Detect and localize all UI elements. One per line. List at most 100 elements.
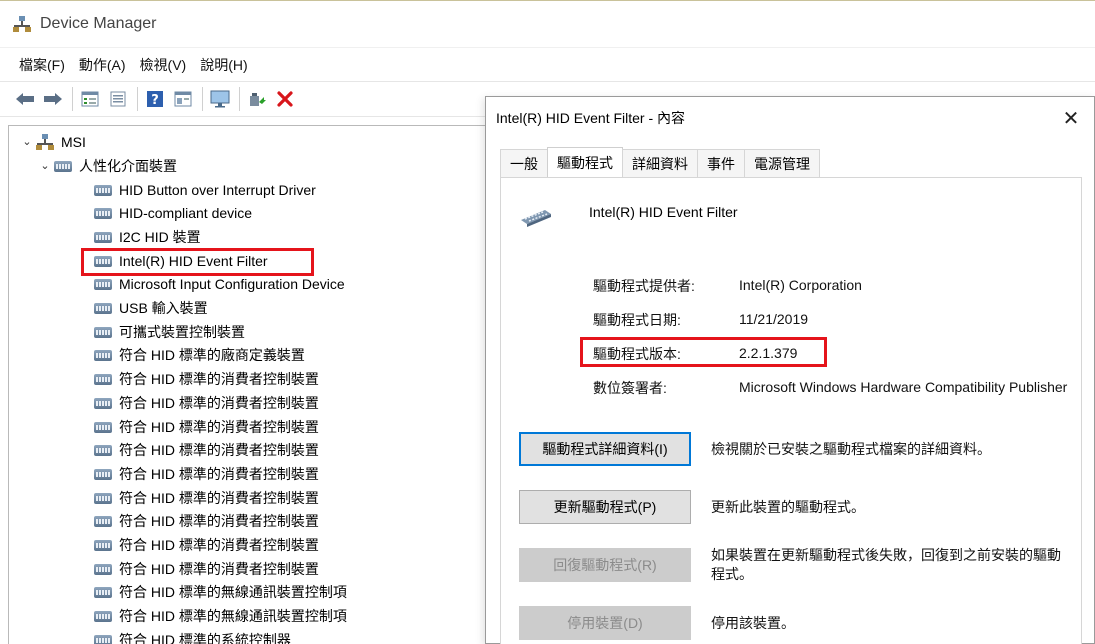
hid-device-icon <box>93 371 113 387</box>
tree-device-item[interactable]: 符合 HID 標準的消費者控制裝置 <box>93 391 319 414</box>
tab-details[interactable]: 詳細資料 <box>622 149 698 177</box>
tree-device-item[interactable]: 符合 HID 標準的消費者控制裝置 <box>93 510 319 533</box>
highlight-box <box>81 248 314 276</box>
tree-device-item[interactable]: 符合 HID 標準的無線通訊裝置控制項 <box>93 581 347 604</box>
chevron-down-icon[interactable]: ⌄ <box>37 159 53 172</box>
svg-text:?: ? <box>151 93 159 108</box>
tree-device-item[interactable]: 符合 HID 標準的消費者控制裝置 <box>93 415 319 438</box>
disable-device-button: 停用裝置(D) <box>519 606 691 640</box>
toolbar-separator <box>239 87 240 111</box>
tree-device-item[interactable]: Microsoft Input Configuration Device <box>93 273 345 296</box>
tree-device-label: 可攜式裝置控制裝置 <box>119 323 245 340</box>
tree-category-label: 人性化介面裝置 <box>79 157 177 174</box>
hid-device-icon <box>93 347 113 363</box>
hid-device-icon <box>93 300 113 316</box>
device-list-icon[interactable] <box>107 88 129 110</box>
tree-device-label: 符合 HID 標準的消費者控制裝置 <box>119 418 319 435</box>
hid-device-icon <box>93 419 113 435</box>
tree-device-item[interactable]: 符合 HID 標準的消費者控制裝置 <box>93 486 319 509</box>
toolbar-separator <box>72 87 73 111</box>
tree-device-label: 符合 HID 標準的消費者控制裝置 <box>119 394 319 411</box>
tree-device-item[interactable]: HID-compliant device <box>93 202 252 225</box>
tree-device-label: 符合 HID 標準的消費者控制裝置 <box>119 513 319 530</box>
hid-device-icon <box>93 513 113 529</box>
tree-device-item[interactable]: 可攜式裝置控制裝置 <box>93 320 245 343</box>
hid-device-icon <box>93 182 113 198</box>
title-bar: Device Manager <box>0 2 1095 46</box>
menu-bar: 檔案(F) 動作(A) 檢視(V) 說明(H) <box>0 47 1095 81</box>
signer-label: 數位簽署者: <box>593 380 667 396</box>
tree-device-label: 符合 HID 標準的消費者控制裝置 <box>119 489 319 506</box>
disable-device-description: 停用該裝置。 <box>711 615 795 631</box>
driver-tab-panel: Intel(R) HID Event Filter 驅動程式提供者: Intel… <box>500 177 1082 644</box>
tree-root-label: MSI <box>61 133 86 150</box>
menu-file[interactable]: 檔案(F) <box>12 51 72 79</box>
tree-category[interactable]: ⌄ 人性化介面裝置 <box>37 154 177 177</box>
tree-device-item[interactable]: USB 輸入裝置 <box>93 297 208 320</box>
tab-power-management[interactable]: 電源管理 <box>744 149 820 177</box>
tree-device-item[interactable]: HID Button over Interrupt Driver <box>93 178 316 201</box>
hid-device-icon <box>93 442 113 458</box>
tree-device-label: USB 輸入裝置 <box>119 300 208 316</box>
help-icon[interactable]: ? <box>144 88 166 110</box>
tree-device-item[interactable]: 符合 HID 標準的廠商定義裝置 <box>93 344 305 367</box>
tree-device-item[interactable]: 符合 HID 標準的消費者控制裝置 <box>93 439 319 462</box>
provider-label: 驅動程式提供者: <box>593 278 695 294</box>
device-tree[interactable]: ⌄ MSI ⌄ 人性化介面裝置 HID Button over Interrup… <box>8 125 568 644</box>
provider-value: Intel(R) Corporation <box>739 277 862 293</box>
close-icon[interactable]: ✕ <box>1048 97 1094 139</box>
update-driver-button[interactable]: 更新驅動程式(P) <box>519 490 691 524</box>
tree-device-label: HID-compliant device <box>119 205 253 222</box>
tree-device-item[interactable]: 符合 HID 標準的消費者控制裝置 <box>93 534 319 557</box>
hid-device-icon <box>93 466 113 482</box>
properties-dialog: Intel(R) HID Event Filter - 內容 ✕ 一般 驅動程式… <box>485 96 1095 644</box>
tree-root[interactable]: ⌄ MSI <box>19 130 86 153</box>
toolbar-separator <box>202 87 203 111</box>
device-manager-icon <box>12 15 32 33</box>
dialog-title-bar: Intel(R) HID Event Filter - 內容 <box>486 97 1094 139</box>
menu-action[interactable]: 動作(A) <box>72 51 133 79</box>
hid-device-icon <box>93 632 113 644</box>
hid-device-icon <box>93 395 113 411</box>
tree-device-item[interactable]: 符合 HID 標準的消費者控制裝置 <box>93 368 319 391</box>
hid-device-icon <box>93 276 113 292</box>
tree-device-item[interactable]: I2C HID 裝置 <box>93 225 201 248</box>
back-arrow-icon[interactable] <box>14 88 36 110</box>
tree-device-label: 符合 HID 標準的消費者控制裝置 <box>119 537 319 553</box>
tree-device-item[interactable]: 符合 HID 標準的系統控制器 <box>93 628 291 644</box>
tree-device-label: I2C HID 裝置 <box>119 228 201 245</box>
chevron-down-icon[interactable]: ⌄ <box>19 135 35 148</box>
tab-events[interactable]: 事件 <box>697 149 745 177</box>
tree-device-label: 符合 HID 標準的無線通訊裝置控制項 <box>119 608 347 625</box>
tree-device-item[interactable]: 符合 HID 標準的無線通訊裝置控制項 <box>93 605 347 628</box>
remove-device-icon[interactable] <box>274 88 296 110</box>
hid-device-icon <box>93 490 113 506</box>
computer-icon <box>35 133 55 150</box>
tree-device-item[interactable]: 符合 HID 標準的消費者控制裝置 <box>93 557 319 580</box>
tab-driver[interactable]: 驅動程式 <box>547 147 623 177</box>
tab-general[interactable]: 一般 <box>500 149 548 177</box>
driver-details-button[interactable]: 驅動程式詳細資料(I) <box>519 432 691 466</box>
hid-device-icon <box>93 229 113 245</box>
hid-device-icon <box>519 206 553 228</box>
tree-device-label: 符合 HID 標準的無線通訊裝置控制項 <box>119 584 347 601</box>
properties-icon[interactable] <box>79 88 101 110</box>
driver-details-description: 檢視關於已安裝之驅動程式檔案的詳細資料。 <box>711 441 991 457</box>
dialog-title: Intel(R) HID Event Filter - 內容 <box>496 110 686 126</box>
tree-device-item[interactable]: 符合 HID 標準的消費者控制裝置 <box>93 462 319 485</box>
tree-device-label: 符合 HID 標準的消費者控制裝置 <box>119 465 319 482</box>
forward-arrow-icon[interactable] <box>42 88 64 110</box>
view-icon[interactable] <box>172 88 194 110</box>
tree-device-label: 符合 HID 標準的系統控制器 <box>119 631 291 644</box>
tree-device-label: 符合 HID 標準的消費者控制裝置 <box>119 560 319 577</box>
rollback-driver-description: 如果裝置在更新驅動程式後失敗，回復到之前安裝的驅動程式。 <box>711 547 1061 582</box>
update-driver-icon[interactable] <box>246 88 268 110</box>
update-driver-description: 更新此裝置的驅動程式。 <box>711 499 865 515</box>
menu-help[interactable]: 說明(H) <box>193 51 254 79</box>
hid-device-icon <box>93 608 113 624</box>
menu-view[interactable]: 檢視(V) <box>133 51 194 79</box>
tree-device-label: Microsoft Input Configuration Device <box>119 276 345 293</box>
tree-device-label: 符合 HID 標準的消費者控制裝置 <box>119 442 319 459</box>
monitor-icon[interactable] <box>209 88 231 110</box>
hid-device-icon <box>93 205 113 221</box>
